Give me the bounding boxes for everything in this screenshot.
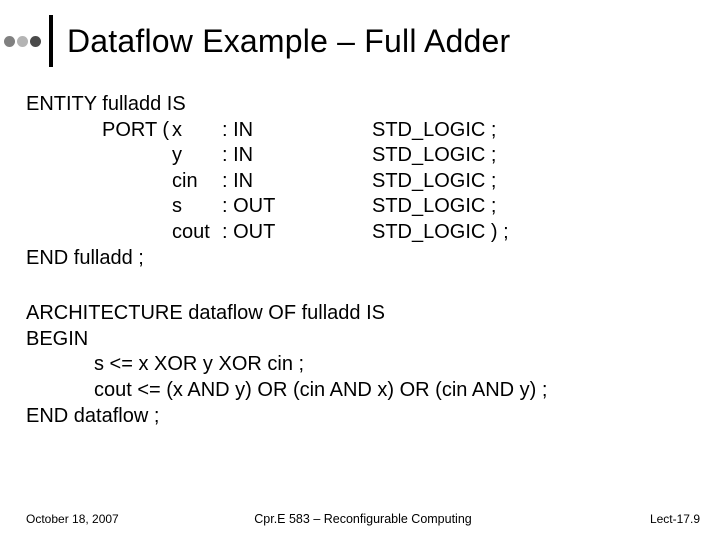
code-text: s <= x XOR y XOR cin ; bbox=[94, 352, 304, 378]
code-line: ARCHITECTURE dataflow OF fulladd IS bbox=[26, 301, 700, 327]
code-line: cin : IN STD_LOGIC ; bbox=[26, 169, 700, 195]
port-name: cin bbox=[172, 169, 222, 195]
code-line: PORT ( x : IN STD_LOGIC ; bbox=[26, 118, 700, 144]
footer-date: October 18, 2007 bbox=[26, 512, 119, 526]
code-line: cout : OUT STD_LOGIC ) ; bbox=[26, 220, 700, 246]
slide-body: ENTITY fulladd IS PORT ( x : IN STD_LOGI… bbox=[26, 92, 700, 429]
title-bar: Dataflow Example – Full Adder bbox=[0, 10, 720, 72]
code-indent bbox=[26, 194, 172, 220]
port-type: STD_LOGIC ; bbox=[372, 118, 496, 144]
bullet-dots bbox=[4, 36, 43, 47]
code-text: BEGIN bbox=[26, 327, 88, 353]
code-line: BEGIN bbox=[26, 327, 700, 353]
code-line: END fulladd ; bbox=[26, 246, 700, 272]
port-dir: : IN bbox=[222, 169, 372, 195]
code-line: y : IN STD_LOGIC ; bbox=[26, 143, 700, 169]
port-dir: : OUT bbox=[222, 194, 372, 220]
port-name: cout bbox=[172, 220, 222, 246]
code-line: ENTITY fulladd IS bbox=[26, 92, 700, 118]
port-name: s bbox=[172, 194, 222, 220]
slide: Dataflow Example – Full Adder ENTITY ful… bbox=[0, 0, 720, 540]
dot-icon bbox=[17, 36, 28, 47]
code-indent bbox=[26, 118, 102, 144]
port-dir: : OUT bbox=[222, 220, 372, 246]
slide-title: Dataflow Example – Full Adder bbox=[67, 23, 510, 60]
port-type: STD_LOGIC ; bbox=[372, 194, 496, 220]
code-text: cout <= (x AND y) OR (cin AND x) OR (cin… bbox=[94, 378, 547, 404]
entity-block: ENTITY fulladd IS PORT ( x : IN STD_LOGI… bbox=[26, 92, 700, 271]
port-name: x bbox=[172, 118, 222, 144]
port-name: y bbox=[172, 143, 222, 169]
footer-page: Lect-17.9 bbox=[650, 512, 700, 526]
port-type: STD_LOGIC ; bbox=[372, 143, 496, 169]
dot-icon bbox=[30, 36, 41, 47]
code-indent bbox=[26, 169, 172, 195]
code-indent bbox=[26, 220, 172, 246]
port-type: STD_LOGIC ; bbox=[372, 169, 496, 195]
code-line: s <= x XOR y XOR cin ; bbox=[26, 352, 700, 378]
code-line: s : OUT STD_LOGIC ; bbox=[26, 194, 700, 220]
port-label: PORT ( bbox=[102, 118, 172, 144]
port-dir: : IN bbox=[222, 118, 372, 144]
port-type: STD_LOGIC ) ; bbox=[372, 220, 509, 246]
code-line: END dataflow ; bbox=[26, 404, 700, 430]
footer-course: Cpr.E 583 – Reconfigurable Computing bbox=[26, 512, 700, 526]
vertical-bar-icon bbox=[49, 15, 53, 67]
code-text: ARCHITECTURE dataflow OF fulladd IS bbox=[26, 301, 385, 327]
code-line: cout <= (x AND y) OR (cin AND x) OR (cin… bbox=[26, 378, 700, 404]
code-text: END fulladd ; bbox=[26, 246, 144, 272]
dot-icon bbox=[4, 36, 15, 47]
code-indent bbox=[26, 143, 172, 169]
footer: October 18, 2007 Cpr.E 583 – Reconfigura… bbox=[26, 512, 700, 526]
code-text: ENTITY fulladd IS bbox=[26, 92, 186, 118]
architecture-block: ARCHITECTURE dataflow OF fulladd IS BEGI… bbox=[26, 301, 700, 429]
code-text: END dataflow ; bbox=[26, 404, 159, 430]
port-dir: : IN bbox=[222, 143, 372, 169]
